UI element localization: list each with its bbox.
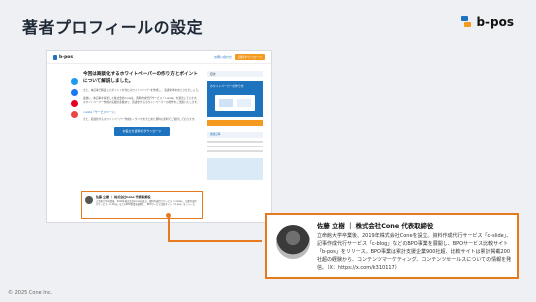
author-name: 佐藤 立樹 ｜ 株式会社Cone 代表取締役 [96, 195, 151, 199]
article-body: 今回は商談化するホワイトペーパーの作り方とポイントについて解説しました。 また、… [83, 71, 201, 136]
download-nav-button[interactable]: 資料ダウンロード [234, 54, 265, 60]
x-share-icon[interactable] [71, 78, 78, 85]
service-link[interactable]: c-slide「サービスページ」 [83, 110, 201, 114]
b-pos-logo-icon [461, 16, 472, 28]
pinterest-share-icon[interactable] [71, 100, 78, 107]
avatar [276, 225, 310, 259]
avatar [85, 196, 93, 204]
sidebar-subheading: 関連記事 [207, 132, 263, 138]
brand-name: b-pos [476, 15, 514, 29]
share-buttons [71, 78, 78, 118]
copyright: © 2025 Cone Inc. [8, 290, 53, 296]
sidebar: 目次 ホワイトペーパーの作り方 関連記事 [207, 71, 263, 180]
author-box-small: 佐藤 立樹 ｜ 株式会社Cone 代表取締役 立命館大学卒業後、2019年株式会… [81, 191, 203, 219]
article-paragraph: 最後に、本記事を執筆した株式会社Coneは、資料作成代行サービス「c-slide… [83, 97, 200, 105]
logo-mark-icon [53, 54, 57, 60]
facebook-share-icon[interactable] [71, 89, 78, 96]
sidebar-button[interactable] [207, 120, 263, 126]
page-logo[interactable]: b-pos [53, 54, 74, 60]
author-box-zoomed: 佐藤 立樹 ｜ 株式会社Cone 代表取締役 立命館大学卒業後、2019年株式会… [265, 213, 519, 279]
page-header: b-pos お問い合わせ 資料ダウンロード [47, 51, 271, 64]
sidebar-list [207, 141, 263, 152]
download-cta-button[interactable]: お役立ち資料のダウンロード [114, 126, 170, 136]
article-page-screenshot: b-pos お問い合わせ 資料ダウンロード 今回は商談化するホワイトペーパーの作… [46, 50, 272, 223]
author-bio: 立命館大学卒業後、2019年株式会社Coneを設立。資料作成代行サービス「c-s… [317, 233, 512, 271]
share-icon[interactable] [71, 111, 78, 118]
sidebar-widget [207, 157, 263, 180]
article-paragraph: また、商談化するホワイトペーパー作成のノウハウをまとめた資料も無料でご提供してお… [83, 117, 197, 121]
article-paragraph: また、本記事で解説したポイントを含むホワイトペーパーを作成し、 商談化率を向上さ… [83, 89, 201, 92]
sidebar-banner[interactable]: ホワイトペーパーの作り方 [207, 81, 263, 117]
author-name: 佐藤 立樹 ｜ 株式会社Cone 代表取締役 [317, 222, 434, 230]
author-bio: 立命館大学卒業後、2019年株式会社Coneを設立。資料作成代行サービス「c-s… [96, 200, 197, 207]
article-title: 今回は商談化するホワイトペーパーの作り方とポイントについて解説しました。 [83, 72, 198, 84]
brand: b-pos [461, 15, 514, 29]
sidebar-banner-text: ホワイトペーパーの作り方 [210, 84, 244, 88]
slide-title: 著者プロフィールの設定 [22, 18, 204, 37]
sidebar-heading: 目次 [207, 71, 263, 77]
contact-link[interactable]: お問い合わせ [214, 55, 232, 59]
page-logo-text: b-pos [59, 54, 74, 60]
banner-image [215, 95, 255, 111]
